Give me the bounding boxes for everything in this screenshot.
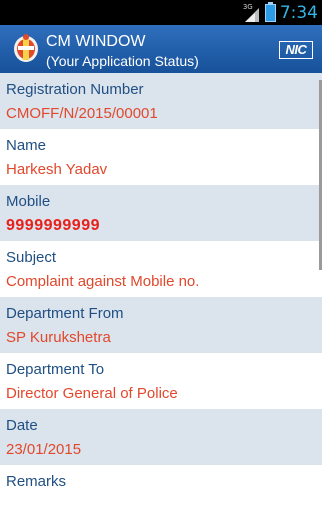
date-label: Date [6, 417, 38, 434]
battery-icon [264, 1, 276, 22]
department-to-row: Department To Director General of Police [0, 353, 322, 409]
application-status-list: Registration Number CMOFF/N/2015/00001 N… [0, 73, 322, 521]
department-from-row: Department From SP Kurukshetra [0, 297, 322, 353]
status-bar: 3G 7:34 [0, 0, 322, 25]
mobile-row: Mobile 9999999999 [0, 185, 322, 241]
department-to-label: Department To [6, 361, 105, 378]
date-row: Date 23/01/2015 [0, 409, 322, 465]
subject-row: Subject Complaint against Mobile no. [0, 241, 322, 297]
app-title: CM WINDOW [46, 33, 146, 50]
department-from-label: Department From [6, 305, 124, 322]
haryana-emblem-icon [13, 33, 39, 63]
subject-label: Subject [6, 249, 57, 266]
subject-value: Complaint against Mobile no. [6, 273, 200, 290]
name-value: Harkesh Yadav [6, 161, 108, 178]
department-from-value: SP Kurukshetra [6, 329, 111, 346]
status-icons: 3G 7:34 [243, 0, 318, 25]
status-time: 7:34 [279, 2, 318, 23]
nic-logo-icon: NIC [279, 41, 313, 59]
remarks-row: Remarks [0, 465, 322, 521]
mobile-label: Mobile [6, 193, 51, 210]
registration-number-row: Registration Number CMOFF/N/2015/00001 [0, 73, 322, 129]
signal-icon: 3G [243, 3, 261, 23]
department-to-value: Director General of Police [6, 385, 178, 402]
registration-number-value: CMOFF/N/2015/00001 [6, 105, 158, 122]
registration-number-label: Registration Number [6, 81, 144, 98]
name-label: Name [6, 137, 47, 154]
app-subtitle: (Your Application Status) [46, 53, 199, 69]
mobile-value: 9999999999 [6, 217, 100, 234]
app-header: CM WINDOW (Your Application Status) NIC [0, 25, 322, 73]
name-row: Name Harkesh Yadav [0, 129, 322, 185]
date-value: 23/01/2015 [6, 441, 82, 458]
